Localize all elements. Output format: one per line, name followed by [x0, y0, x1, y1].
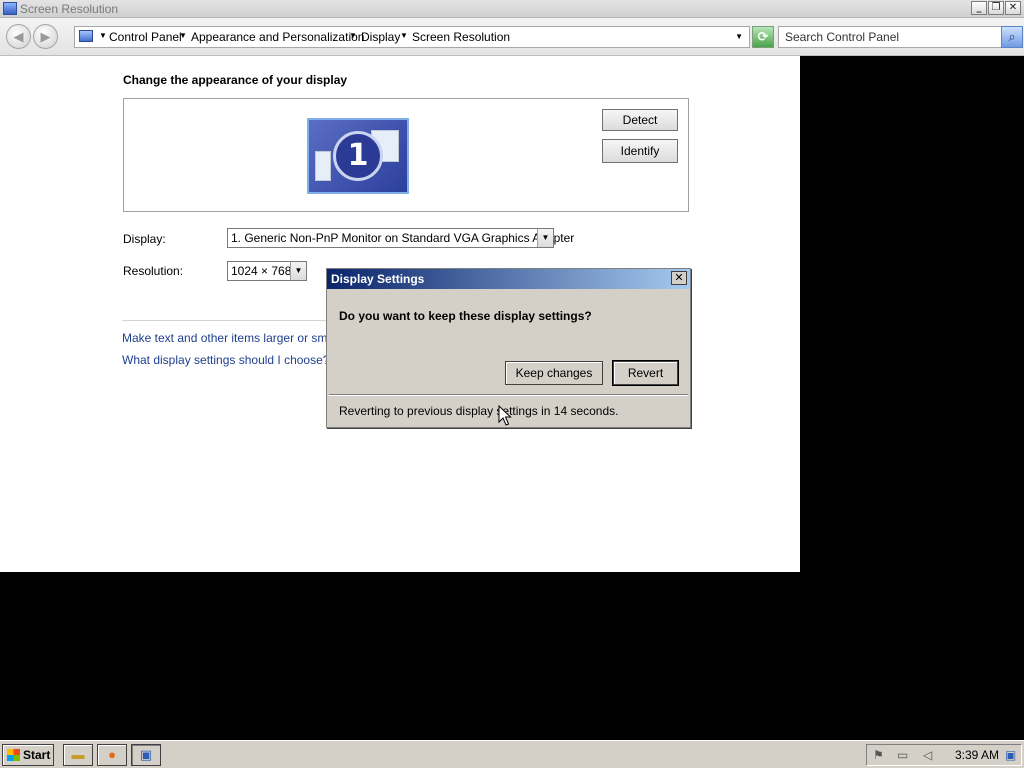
dialog-title-bar[interactable]: Display Settings ✕: [327, 269, 690, 289]
windows-logo-icon: [7, 749, 20, 761]
mouse-cursor-icon: [498, 405, 512, 426]
title-bar[interactable]: Screen Resolution _ ❐ ✕: [0, 0, 1024, 18]
search-icon[interactable]: ⌕: [1001, 26, 1023, 48]
display-settings-dialog: Display Settings ✕ Do you want to keep t…: [326, 268, 691, 428]
page-title: Change the appearance of your display: [123, 73, 348, 87]
resolution-select[interactable]: 1024 × 768 ▼: [227, 261, 307, 281]
speaker-icon[interactable]: ◁: [923, 748, 932, 762]
resolution-label: Resolution:: [123, 264, 184, 278]
display-label: Display:: [123, 232, 166, 246]
address-bar[interactable]: ▼ Control Panel ▼ Appearance and Persona…: [74, 26, 750, 48]
breadcrumb-chevron-icon[interactable]: ▼: [179, 31, 187, 40]
dialog-divider: [329, 394, 688, 396]
display-settings-icon: [3, 2, 17, 15]
search-input[interactable]: Search Control Panel: [778, 26, 1002, 48]
breadcrumb-screen-resolution[interactable]: Screen Resolution: [412, 30, 510, 44]
monitor-arrangement-box: 1 Detect Identify: [123, 98, 689, 212]
monitor-number: 1: [333, 131, 383, 181]
chevron-down-icon[interactable]: ▼: [290, 262, 306, 280]
navigation-bar: ◀ ▶ ▼ Control Panel ▼ Appearance and Per…: [0, 18, 1024, 56]
start-label: Start: [23, 748, 51, 762]
dialog-title: Display Settings: [331, 272, 425, 286]
forward-button[interactable]: ▶: [33, 24, 58, 49]
display-select[interactable]: 1. Generic Non-PnP Monitor on Standard V…: [227, 228, 574, 248]
revert-countdown-text: Reverting to previous display settings i…: [339, 404, 619, 418]
monitor-icon[interactable]: 1: [307, 118, 409, 194]
detect-button[interactable]: Detect: [602, 109, 678, 131]
keep-changes-button[interactable]: Keep changes: [505, 361, 603, 385]
show-desktop-icon[interactable]: ▣: [1005, 748, 1016, 762]
address-dropdown-icon[interactable]: ▼: [735, 32, 743, 41]
start-button[interactable]: Start: [2, 744, 54, 766]
taskbar: Start ▬ ● ▣ ⚑ ▭ ◁ 3:39 AM ▣: [0, 740, 1024, 768]
system-tray: ⚑ ▭ ◁ 3:39 AM ▣: [866, 744, 1022, 766]
breadcrumb-chevron-icon[interactable]: ▼: [349, 31, 357, 40]
firefox-icon[interactable]: ●: [97, 744, 127, 766]
breadcrumb-appearance[interactable]: Appearance and Personalization: [191, 30, 364, 44]
window-title: Screen Resolution: [20, 2, 119, 16]
breadcrumb-display[interactable]: Display: [361, 30, 400, 44]
display-select-value: 1. Generic Non-PnP Monitor on Standard V…: [231, 231, 575, 245]
breadcrumb-control-panel[interactable]: Control Panel: [109, 30, 182, 44]
resolution-select-value: 1024 × 768: [231, 264, 292, 278]
minimize-button[interactable]: _: [971, 1, 987, 15]
breadcrumb-chevron-icon[interactable]: ▼: [400, 31, 408, 40]
breadcrumb-chevron-icon[interactable]: ▼: [99, 31, 107, 40]
window-thumbnail: [315, 151, 331, 181]
clock: 3:39 AM: [955, 748, 1000, 762]
control-panel-icon: [79, 30, 93, 42]
revert-button[interactable]: Revert: [612, 360, 679, 386]
display-help-link[interactable]: What display settings should I choose?: [122, 353, 329, 367]
folder-icon[interactable]: ▬: [63, 744, 93, 766]
identify-button[interactable]: Identify: [602, 139, 678, 163]
dialog-question: Do you want to keep these display settin…: [339, 309, 592, 323]
dialog-close-button[interactable]: ✕: [671, 271, 687, 285]
network-icon[interactable]: ▭: [897, 748, 908, 762]
flag-icon[interactable]: ⚑: [873, 748, 884, 762]
close-button[interactable]: ✕: [1005, 1, 1021, 15]
restore-button[interactable]: ❐: [988, 1, 1004, 15]
text-size-link[interactable]: Make text and other items larger or smal…: [122, 331, 350, 345]
refresh-button[interactable]: ⟳: [752, 26, 774, 48]
back-button[interactable]: ◀: [6, 24, 31, 49]
chevron-down-icon[interactable]: ▼: [537, 229, 553, 247]
screen-resolution-taskbar-icon[interactable]: ▣: [131, 744, 161, 766]
